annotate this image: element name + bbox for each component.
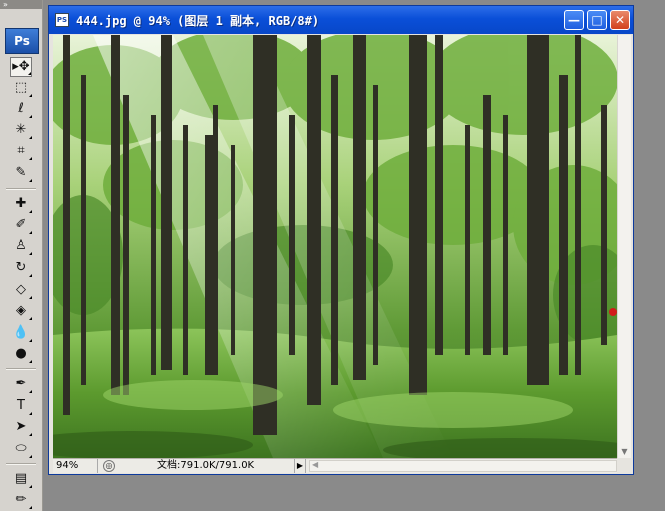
magic-wand-tool-icon[interactable]: ✳ [10, 120, 32, 140]
status-info-icon[interactable]: ◎ [103, 460, 115, 472]
minimize-button[interactable]: — [564, 10, 584, 30]
tool-flyout-indicator [29, 317, 32, 320]
notes-tool-icon[interactable]: ▤ [10, 469, 32, 489]
tool-flyout-indicator [29, 390, 32, 393]
document-size-info: 文档:791.0K/791.0K [157, 460, 255, 471]
toolbox-divider [6, 463, 36, 465]
tool-flyout-indicator [29, 412, 32, 415]
maximize-button[interactable]: □ [587, 10, 607, 30]
zoom-level-field[interactable]: 94% [53, 459, 98, 473]
clone-stamp-tool-icon[interactable]: ♙ [10, 236, 32, 256]
status-bar: 94% ◎ 文档:791.0K/791.0K ▶ ◀ [53, 458, 617, 473]
toolbox-collapse-handle[interactable]: » [0, 0, 42, 9]
status-menu-arrow-icon[interactable]: ▶ [294, 459, 306, 473]
type-tool-icon[interactable]: T [10, 396, 32, 416]
tool-flyout-indicator [29, 274, 32, 277]
image-canvas[interactable] [53, 35, 617, 458]
horizontal-scrollbar[interactable]: ◀ [309, 460, 617, 472]
tool-flyout-indicator [29, 485, 32, 488]
history-brush-tool-icon[interactable]: ↻ [10, 258, 32, 278]
tool-flyout-indicator [29, 179, 32, 182]
document-window: PS 444.jpg @ 94% (图层 1 副本, RGB/8#) — □ ✕ [48, 5, 634, 475]
tool-flyout-indicator [29, 115, 32, 118]
document-titlebar[interactable]: PS 444.jpg @ 94% (图层 1 副本, RGB/8#) — □ ✕ [49, 6, 633, 34]
photoshop-logo[interactable]: Ps [5, 28, 39, 54]
healing-brush-tool-icon[interactable]: ✚ [10, 194, 32, 214]
brush-tool-icon[interactable]: ✐ [10, 215, 32, 235]
lasso-tool-icon[interactable]: ℓ [10, 99, 32, 119]
document-icon[interactable]: PS [55, 13, 69, 27]
scroll-down-arrow-icon[interactable]: ▼ [618, 445, 631, 458]
eraser-tool-icon[interactable]: ◇ [10, 280, 32, 300]
tool-flyout-indicator [28, 72, 31, 75]
pen-tool-icon[interactable]: ✒ [10, 374, 32, 394]
tool-flyout-indicator [29, 296, 32, 299]
slice-tool-icon[interactable]: ✎ [10, 163, 32, 183]
forest-photo [53, 35, 617, 458]
tool-flyout-indicator [29, 506, 32, 509]
toolbox-divider [6, 368, 36, 370]
tool-flyout-indicator [29, 136, 32, 139]
scroll-left-arrow-icon[interactable]: ◀ [312, 460, 318, 469]
shape-tool-icon[interactable]: ⬭ [10, 439, 32, 459]
eyedropper-tool-icon[interactable]: ✏ [10, 490, 32, 510]
tool-flyout-indicator [29, 231, 32, 234]
move-tool-icon[interactable]: ▸✥ [10, 57, 32, 77]
paint-bucket-tool-icon[interactable]: ◈ [10, 301, 32, 321]
tool-flyout-indicator [29, 94, 32, 97]
dodge-tool-icon[interactable]: ● [10, 344, 32, 364]
tool-flyout-indicator [29, 433, 32, 436]
tool-flyout-indicator [29, 455, 32, 458]
tool-flyout-indicator [29, 252, 32, 255]
document-title: 444.jpg @ 94% (图层 1 副本, RGB/8#) [76, 14, 320, 28]
marquee-tool-icon[interactable]: ⬚ [10, 78, 32, 98]
tool-flyout-indicator [29, 339, 32, 342]
blur-tool-icon[interactable]: 💧 [10, 323, 32, 343]
tool-flyout-indicator [29, 360, 32, 363]
toolbox-divider [6, 188, 36, 190]
tools-panel: » Ps ▸✥ ⬚ ℓ ✳ ⌗ ✎ ✚ ✐ ♙ ↻ ◇ ◈ 💧 ● ✒ T ➤ ⬭ ▤ ✏ [0, 0, 43, 511]
vertical-scrollbar[interactable]: ▼ [617, 35, 631, 458]
crop-tool-icon[interactable]: ⌗ [10, 141, 32, 161]
tool-flyout-indicator [29, 210, 32, 213]
tool-flyout-indicator [29, 157, 32, 160]
path-selection-tool-icon[interactable]: ➤ [10, 417, 32, 437]
close-button[interactable]: ✕ [610, 10, 630, 30]
